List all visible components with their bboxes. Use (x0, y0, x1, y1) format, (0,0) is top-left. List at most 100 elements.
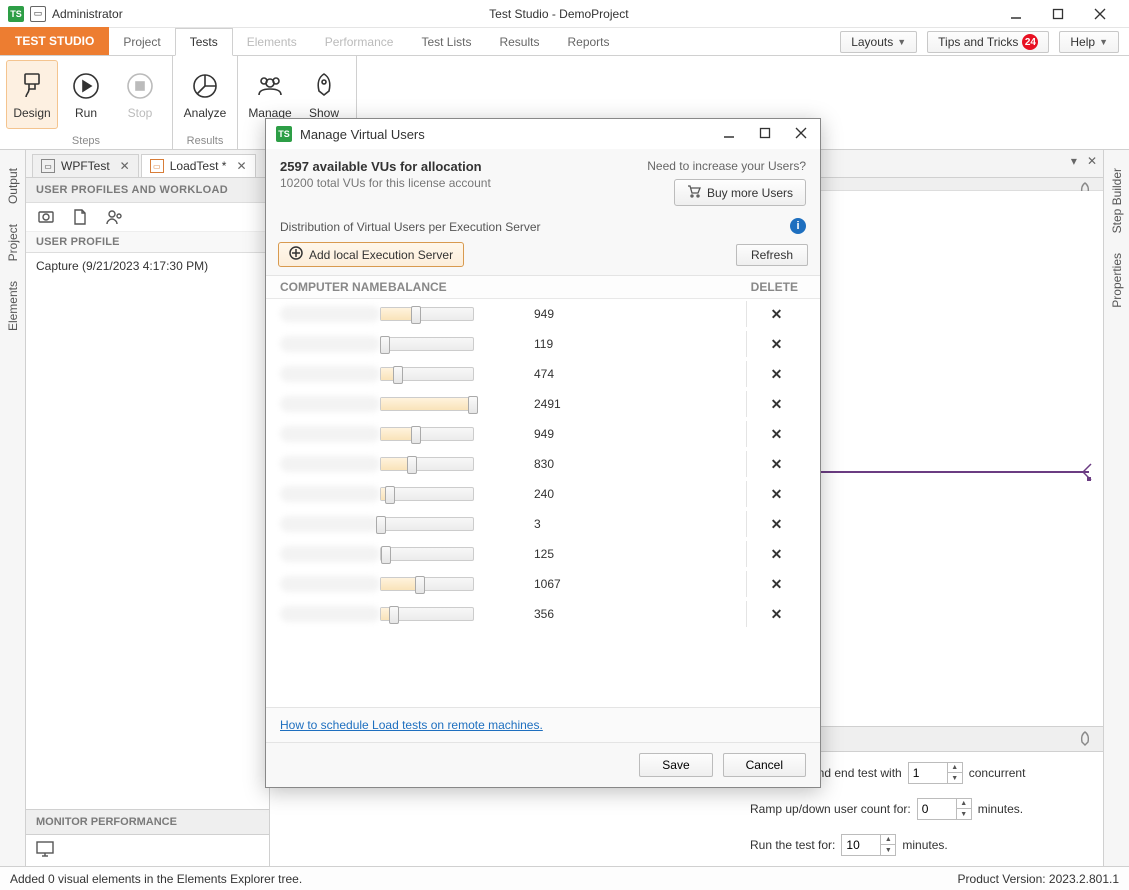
save-button[interactable]: Save (639, 753, 712, 777)
tab-project[interactable]: Project (109, 29, 174, 55)
balance-slider[interactable] (380, 307, 474, 321)
stop-button[interactable]: Stop (114, 60, 166, 129)
group-label-steps: Steps (0, 133, 172, 149)
tab-reports[interactable]: Reports (553, 29, 623, 55)
balance-value: 949 (534, 427, 578, 441)
server-row: 3✕ (266, 509, 820, 539)
delete-row-button[interactable]: ✕ (746, 421, 806, 447)
schedule-help-link[interactable]: How to schedule Load tests on remote mac… (280, 718, 543, 732)
chart-end-marker (1083, 463, 1091, 479)
balance-slider[interactable] (380, 577, 474, 591)
computer-name-blurred (280, 426, 380, 442)
run-button[interactable]: Run (60, 60, 112, 129)
dialog-maximize-button[interactable] (756, 126, 774, 142)
dialog-close-button[interactable] (792, 126, 810, 142)
window-close-button[interactable] (1079, 2, 1121, 26)
balance-slider[interactable] (380, 607, 474, 621)
sidebar-tab-elements[interactable]: Elements (2, 271, 24, 341)
ribbon-tab-strip: TEST STUDIO Project Tests Elements Perfo… (0, 28, 1129, 56)
sidebar-tab-project[interactable]: Project (2, 214, 24, 271)
delete-row-button[interactable]: ✕ (746, 391, 806, 417)
computer-name-blurred (280, 336, 380, 352)
left-dock: Output Project Elements (0, 150, 26, 866)
users-small-icon[interactable] (104, 207, 124, 227)
computer-name-blurred (280, 576, 380, 592)
delete-row-button[interactable]: ✕ (746, 451, 806, 477)
notification-badge: 24 (1022, 34, 1038, 50)
delete-row-button[interactable]: ✕ (746, 511, 806, 537)
delete-row-button[interactable]: ✕ (746, 301, 806, 327)
tips-and-tricks-button[interactable]: Tips and Tricks24 (927, 31, 1049, 53)
end-users-spinner[interactable]: ▲▼ (908, 762, 963, 784)
status-message: Added 0 visual elements in the Elements … (10, 872, 302, 886)
balance-slider[interactable] (380, 397, 474, 411)
stop-icon (124, 70, 156, 102)
delete-row-button[interactable]: ✕ (746, 571, 806, 597)
monitor-icon[interactable] (36, 846, 54, 860)
sidebar-tab-step-builder[interactable]: Step Builder (1106, 158, 1128, 243)
tab-elements[interactable]: Elements (233, 29, 311, 55)
ramp-minutes-spinner[interactable]: ▲▼ (917, 798, 972, 820)
plus-icon (289, 246, 303, 263)
layouts-dropdown[interactable]: Layouts▼ (840, 31, 917, 53)
balance-value: 474 (534, 367, 578, 381)
cancel-button[interactable]: Cancel (723, 753, 806, 777)
tab-test-lists[interactable]: Test Lists (407, 29, 485, 55)
cart-icon (687, 184, 701, 201)
balance-slider[interactable] (380, 547, 474, 561)
delete-row-button[interactable]: ✕ (746, 541, 806, 567)
doc-icon: ▭ (150, 159, 164, 173)
right-dock: Step Builder Properties (1103, 150, 1129, 866)
close-tab-icon[interactable]: ✕ (236, 159, 246, 173)
delete-row-button[interactable]: ✕ (746, 601, 806, 627)
rocket-icon[interactable] (1077, 731, 1093, 750)
delete-row-button[interactable]: ✕ (746, 331, 806, 357)
add-execution-server-button[interactable]: Add local Execution Server (278, 242, 464, 267)
doc-tabs-menu-icon[interactable]: ▾ (1071, 154, 1077, 168)
doc-icon: ▭ (41, 159, 55, 173)
balance-slider[interactable] (380, 517, 474, 531)
import-icon[interactable] (70, 207, 90, 227)
doc-tab-loadtest[interactable]: ▭ LoadTest * ✕ (141, 154, 256, 177)
dialog-titlebar[interactable]: TS Manage Virtual Users (266, 119, 820, 149)
sidebar-tab-output[interactable]: Output (2, 158, 24, 214)
tab-performance[interactable]: Performance (311, 29, 408, 55)
profile-row[interactable]: Capture (9/21/2023 4:17:30 PM) (26, 253, 269, 279)
delete-row-button[interactable]: ✕ (746, 481, 806, 507)
window-maximize-button[interactable] (1037, 2, 1079, 26)
tab-tests[interactable]: Tests (175, 28, 233, 56)
balance-slider[interactable] (380, 367, 474, 381)
balance-slider[interactable] (380, 337, 474, 351)
window-title: Test Studio - DemoProject (123, 7, 995, 21)
server-row: 1067✕ (266, 569, 820, 599)
sidebar-tab-properties[interactable]: Properties (1106, 243, 1128, 318)
window-minimize-button[interactable] (995, 2, 1037, 26)
server-row: 949✕ (266, 299, 820, 329)
col-computer-name: COMPUTER NAME (280, 280, 388, 294)
dialog-minimize-button[interactable] (720, 126, 738, 142)
balance-slider[interactable] (380, 427, 474, 441)
refresh-button[interactable]: Refresh (736, 244, 808, 266)
doc-tabs-close-icon[interactable]: ✕ (1087, 154, 1097, 168)
server-rows: 949✕119✕474✕2491✕949✕830✕240✕3✕125✕1067✕… (266, 299, 820, 707)
balance-slider[interactable] (380, 457, 474, 471)
server-row: 474 ✕ (266, 359, 820, 389)
capture-icon[interactable] (36, 207, 56, 227)
analyze-button[interactable]: Analyze (179, 60, 231, 129)
balance-slider[interactable] (380, 487, 474, 501)
duration-minutes-spinner[interactable]: ▲▼ (841, 834, 896, 856)
delete-row-button[interactable]: ✕ (746, 361, 806, 387)
server-row: 949 ✕ (266, 419, 820, 449)
help-dropdown[interactable]: Help▼ (1059, 31, 1119, 53)
group-label-results: Results (173, 133, 237, 149)
close-tab-icon[interactable]: ✕ (120, 159, 130, 173)
doc-tab-wpftest[interactable]: ▭ WPFTest ✕ (32, 154, 139, 177)
design-button[interactable]: Design (6, 60, 58, 129)
available-vus-heading: 2597 available VUs for allocation (280, 159, 637, 174)
computer-name-blurred (280, 456, 380, 472)
tab-brand[interactable]: TEST STUDIO (0, 27, 109, 55)
computer-name-blurred (280, 306, 380, 322)
tab-results[interactable]: Results (485, 29, 553, 55)
info-icon[interactable]: i (790, 218, 806, 234)
buy-more-users-button[interactable]: Buy more Users (674, 179, 806, 206)
